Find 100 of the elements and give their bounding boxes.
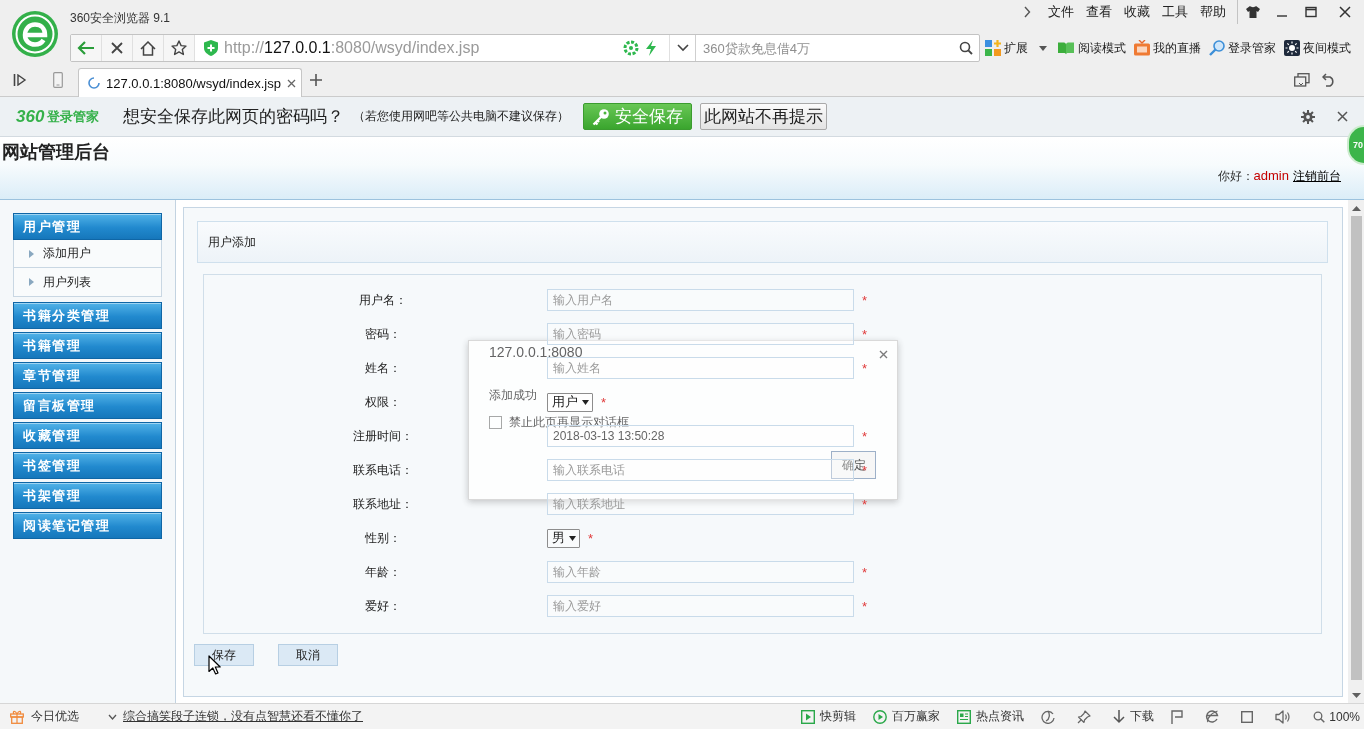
required-mark: *	[862, 326, 868, 342]
zoom-icon[interactable]	[1313, 710, 1326, 723]
greeting-text: 你好：	[1217, 168, 1254, 185]
close-icon[interactable]	[286, 78, 296, 88]
news-link[interactable]: 综合搞笑段子连锁，没有点智慧还看不懂你了	[123, 708, 363, 725]
menu-item[interactable]: 文件	[1048, 3, 1074, 21]
text-field[interactable]: 输入姓名	[547, 357, 854, 379]
maximize-icon[interactable]	[1304, 6, 1317, 18]
chevron-down-icon[interactable]	[108, 713, 117, 720]
save-button[interactable]: 保存	[194, 644, 254, 666]
menu-group-header[interactable]: 书架管理	[13, 482, 162, 509]
zoom-level[interactable]: 100%	[1329, 709, 1360, 724]
toolbar-item[interactable]: 夜间模式	[1284, 39, 1351, 57]
field-label: 性别：	[364, 529, 401, 547]
down-arrow-icon[interactable]	[1351, 692, 1361, 698]
text-field[interactable]: 输入爱好	[547, 595, 854, 617]
triangle-icon	[29, 278, 34, 286]
never-ask-button[interactable]: 此网站不再提示	[700, 103, 828, 130]
toolbar-item[interactable]: 扩展	[985, 39, 1028, 57]
toolbar-item[interactable]: 阅读模式	[1057, 39, 1126, 57]
status-item[interactable]: 下载	[1113, 708, 1155, 725]
dialog-title: 127.0.0.1:8080	[489, 346, 583, 358]
select-field[interactable]: 男	[547, 528, 580, 548]
required-mark: *	[862, 360, 868, 376]
close-icon[interactable]	[1338, 6, 1351, 18]
up-arrow-icon[interactable]	[1351, 205, 1361, 211]
cancel-button[interactable]: 取消	[278, 644, 338, 666]
text-field[interactable]: 输入联系地址	[547, 493, 854, 515]
brand-name: 登录管家	[47, 107, 100, 126]
text-field[interactable]: 输入年龄	[547, 561, 854, 583]
save-prompt: 想安全保存此网页的密码吗？	[123, 106, 345, 128]
close-icon[interactable]	[1337, 111, 1348, 122]
text-field[interactable]: 输入密码	[547, 323, 854, 345]
site-title: 网站管理后台	[2, 141, 110, 164]
download-icon[interactable]	[1113, 709, 1126, 724]
menu-item[interactable]: 帮助	[1200, 3, 1226, 21]
menu-item[interactable]: 查看	[1086, 3, 1112, 21]
caret-icon[interactable]	[582, 399, 589, 405]
menu-group-header[interactable]: 书籍分类管理	[13, 302, 162, 329]
square-icon[interactable]	[1241, 710, 1254, 723]
status-item[interactable]: 热点资讯	[957, 708, 1025, 725]
pin-icon[interactable]	[1077, 709, 1092, 724]
text-field[interactable]: 输入用户名	[547, 289, 854, 311]
toolbar-item[interactable]: 登录管家	[1209, 39, 1276, 57]
checkbox[interactable]	[489, 416, 502, 429]
required-mark: *	[862, 496, 868, 512]
gear-icon[interactable]	[1301, 109, 1315, 124]
status-item[interactable]: 百万赢家	[873, 708, 941, 725]
logout-link[interactable]: 注销前台	[1293, 168, 1341, 185]
shirt-icon[interactable]	[1245, 6, 1260, 18]
select-field[interactable]: 用户	[547, 392, 593, 412]
menu-item[interactable]: 添加用户	[13, 240, 162, 268]
caret-icon[interactable]	[569, 535, 576, 541]
phone-icon[interactable]	[53, 72, 63, 88]
browser-logo-icon	[12, 11, 58, 57]
key-icon	[592, 107, 611, 126]
sun-icon	[1284, 40, 1300, 56]
prompt-note: （若您使用网吧等公共电脑不建议保存）	[353, 108, 570, 125]
toolbar-item[interactable]: 我的直播	[1134, 39, 1201, 57]
window-list-icon[interactable]	[1294, 73, 1310, 87]
orbit-icon[interactable]	[1205, 709, 1220, 724]
required-mark: *	[862, 292, 868, 308]
field-label: 权限：	[364, 393, 401, 411]
browser-title: 360安全浏览器 9.1	[70, 10, 171, 27]
crescent-icon[interactable]	[1041, 709, 1056, 724]
speaker-icon[interactable]	[1275, 709, 1292, 724]
required-mark: *	[601, 394, 607, 410]
caret-icon[interactable]	[1039, 45, 1047, 51]
status-item[interactable]: 快剪辑	[801, 708, 857, 725]
field-label: 联系电话：	[352, 461, 413, 479]
news-icon[interactable]	[957, 709, 972, 724]
brand-logo: 360	[16, 106, 45, 127]
menu-item[interactable]: 工具	[1162, 3, 1188, 21]
menu-group-header[interactable]: 书籍管理	[13, 332, 162, 359]
play-square-icon[interactable]	[801, 709, 816, 724]
flag-icon[interactable]	[1171, 709, 1184, 724]
field-label: 联系地址：	[352, 495, 413, 513]
field-label: 姓名：	[364, 359, 401, 377]
play-circle-icon[interactable]	[873, 709, 888, 724]
panel-toggle-icon[interactable]	[13, 74, 27, 86]
scrollbar[interactable]	[1348, 200, 1364, 703]
magnifier-icon	[1209, 40, 1225, 56]
menu-item[interactable]: 用户列表	[13, 268, 162, 297]
extensions-icon	[985, 40, 1001, 56]
required-mark: *	[862, 598, 868, 614]
user-name: admin	[1253, 168, 1289, 183]
field-label: 注册时间：	[352, 427, 413, 445]
panel-title: 用户添加	[208, 233, 256, 251]
menu-item[interactable]: 收藏	[1124, 3, 1150, 21]
field-label: 用户名：	[358, 291, 407, 309]
undo-icon[interactable]	[1322, 73, 1336, 87]
menu-group-header[interactable]: 阅读笔记管理	[13, 512, 162, 539]
browser-tab[interactable]: 127.0.0.1:8080/wsyd/index.jsp	[78, 68, 302, 97]
plus-icon[interactable]	[310, 74, 322, 86]
required-mark: *	[862, 564, 868, 580]
menu-group-header[interactable]: 书签管理	[13, 452, 162, 479]
menu-group-header[interactable]: 收藏管理	[13, 422, 162, 449]
chevron-right-icon[interactable]	[1023, 6, 1031, 18]
scrollbar-thumb[interactable]	[1350, 216, 1362, 680]
promo-link[interactable]: 今日优选	[31, 708, 79, 725]
